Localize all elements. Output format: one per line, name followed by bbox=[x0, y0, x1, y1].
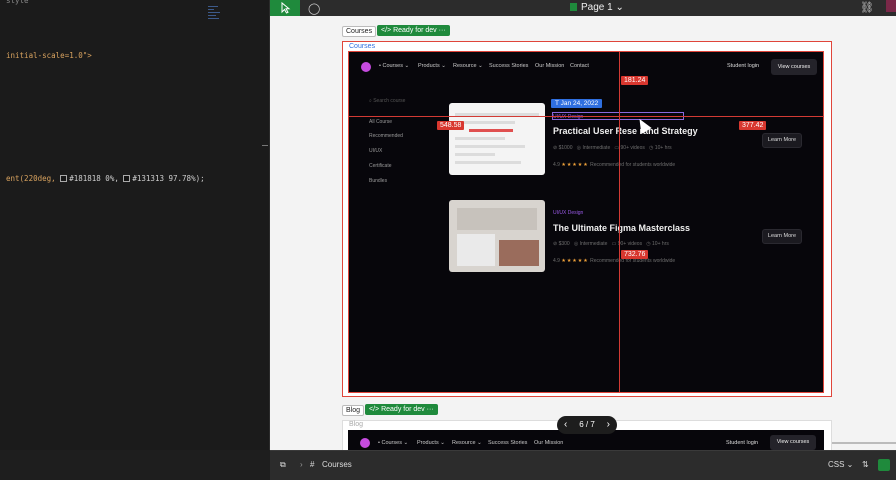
nav-item-success-stories[interactable]: Success Stories bbox=[488, 440, 527, 446]
selected-layer-label[interactable]: T Jan 24, 2022 bbox=[551, 99, 603, 108]
learn-more-button[interactable]: Learn More bbox=[762, 229, 802, 244]
gradient-fn: ent(220deg, bbox=[6, 174, 61, 183]
chevron-right-icon: › bbox=[300, 460, 303, 469]
course-thumbnail[interactable] bbox=[449, 200, 545, 272]
star-rating-icon: ★★★★★ bbox=[561, 258, 589, 264]
level-icon: ◎ bbox=[576, 145, 582, 151]
course-search-input[interactable]: ⌕ Search course bbox=[369, 98, 405, 104]
ready-label: Ready for dev bbox=[381, 406, 425, 413]
more-icon: ··· bbox=[426, 406, 434, 413]
nav-item-success-stories[interactable]: Success Stories bbox=[489, 63, 528, 69]
sidebar-item-uiux[interactable]: UI/UX bbox=[369, 148, 382, 154]
site-logo[interactable] bbox=[360, 438, 370, 448]
language-select[interactable]: CSS ⌄ bbox=[828, 460, 853, 469]
sidebar-item-all-course[interactable]: All Course bbox=[369, 119, 392, 125]
nav-item-resource[interactable]: Resource ⌄ bbox=[453, 63, 483, 69]
learn-more-button[interactable]: Learn More bbox=[762, 133, 802, 148]
course-title: The Ultimate Figma Masterclass bbox=[553, 223, 691, 233]
panel-toggle-button[interactable] bbox=[878, 459, 890, 471]
page-label: Page 1 bbox=[581, 2, 613, 13]
frame-pager: ‹ 6 / 7 › bbox=[557, 416, 617, 434]
comment-icon[interactable]: ◯ bbox=[308, 2, 320, 15]
bottom-bar: ⧉ › # Courses CSS ⌄ ⇅ bbox=[270, 450, 896, 480]
code-editor[interactable]: style initial-scale=1.0"> ent(220deg, #1… bbox=[0, 0, 270, 450]
top-toolbar: ◯ Page 1 ⌄ ⛓ bbox=[270, 0, 896, 16]
measure-right: 377.42 bbox=[739, 121, 767, 130]
nav-item-products[interactable]: Products ⌄ bbox=[417, 440, 445, 446]
more-icon: ··· bbox=[438, 27, 446, 34]
ready-for-dev-badge-courses[interactable]: </> Ready for dev ··· bbox=[377, 25, 450, 36]
code-line-viewport: initial-scale=1.0"> bbox=[6, 51, 92, 60]
price-icon: ⊘ bbox=[553, 241, 558, 247]
site-logo[interactable] bbox=[361, 62, 371, 72]
course-meta: ⊘ $300 ◎ Intermediate ▭ 90+ videos ◷ 10+… bbox=[553, 241, 669, 247]
page-selector[interactable]: Page 1 ⌄ bbox=[570, 2, 624, 13]
frame-hash-icon: # bbox=[310, 460, 315, 469]
ready-label: Ready for dev bbox=[393, 27, 437, 34]
site-nav: • Courses ⌄ Products ⌄ Resource ⌄ Succes… bbox=[349, 52, 823, 82]
next-frame-button[interactable]: › bbox=[607, 416, 610, 434]
link-icon[interactable]: ⛓ bbox=[860, 1, 874, 14]
code-icon: </> bbox=[369, 406, 380, 413]
ready-for-dev-badge-blog[interactable]: </> Ready for dev ··· bbox=[365, 404, 438, 415]
course-category: UI/UX Design bbox=[553, 210, 584, 216]
pane-resize-handle[interactable] bbox=[262, 145, 268, 146]
measure-bottom: 732.76 bbox=[621, 250, 649, 259]
cursor-select-icon bbox=[281, 1, 291, 14]
sidebar-item-recommended[interactable]: Recommended bbox=[369, 133, 403, 139]
color-swatch-2[interactable] bbox=[123, 175, 131, 182]
student-login-link[interactable]: Student login bbox=[726, 440, 758, 446]
view-courses-button[interactable]: View courses bbox=[771, 59, 817, 75]
page-icon bbox=[570, 3, 577, 11]
inspect-tool-button[interactable] bbox=[270, 0, 300, 16]
measure-guide-vertical bbox=[619, 52, 620, 392]
avatar[interactable] bbox=[886, 0, 896, 12]
search-icon: ⌕ bbox=[369, 98, 372, 104]
sidebar-item-bundles[interactable]: Bundles bbox=[369, 178, 387, 184]
frame-name-courses: Courses bbox=[349, 43, 376, 50]
layers-icon[interactable]: ⧉ bbox=[280, 460, 286, 470]
gradient-color-1: #181818 0%, bbox=[69, 174, 119, 183]
video-icon: ▭ bbox=[611, 241, 617, 247]
level-icon: ◎ bbox=[573, 241, 579, 247]
star-rating-icon: ★★★★★ bbox=[561, 162, 589, 168]
view-courses-button[interactable]: View courses bbox=[770, 435, 816, 450]
course-rating: 4.9 ★★★★★ Recommended for students world… bbox=[553, 162, 676, 168]
previous-frame-button[interactable]: ‹ bbox=[564, 416, 567, 434]
course-title: Practical User Rese rand Strategy bbox=[553, 126, 698, 136]
nav-item-our-mission[interactable]: Our Mission bbox=[534, 440, 563, 446]
course-thumbnail[interactable] bbox=[449, 103, 545, 175]
frame-tag-blog[interactable]: Blog bbox=[342, 405, 365, 416]
nav-item-products[interactable]: Products ⌄ bbox=[418, 63, 446, 69]
code-icon: </> bbox=[381, 27, 392, 34]
code-line-gradient: ent(220deg, #181818 0%, #131313 97.78%); bbox=[6, 174, 205, 183]
nav-item-resource[interactable]: Resource ⌄ bbox=[452, 440, 482, 446]
student-login-link[interactable]: Student login bbox=[727, 63, 759, 69]
code-line-top: style bbox=[6, 0, 29, 5]
chevron-down-icon: ⌄ bbox=[615, 2, 624, 13]
sidebar-item-certificate[interactable]: Certificate bbox=[369, 163, 392, 169]
settings-sliders-icon[interactable]: ⇅ bbox=[862, 460, 869, 469]
nav-item-courses[interactable]: • Courses ⌄ bbox=[378, 440, 408, 446]
measure-top: 181.24 bbox=[621, 76, 649, 85]
course-rating: 4.9 ★★★★★ Recommended for students world… bbox=[553, 258, 676, 264]
measure-guide-horizontal bbox=[349, 116, 824, 117]
clock-icon: ◷ bbox=[646, 241, 651, 247]
gradient-color-2: #131313 97.78%); bbox=[132, 174, 205, 183]
measure-left: 548.58 bbox=[437, 121, 465, 130]
code-minimap[interactable] bbox=[208, 4, 222, 32]
nav-item-our-mission[interactable]: Our Mission bbox=[535, 63, 564, 69]
frame-tag-courses[interactable]: Courses bbox=[342, 26, 377, 37]
nav-item-contact[interactable]: Contact bbox=[570, 63, 589, 69]
clock-icon: ◷ bbox=[649, 145, 654, 151]
frame-name-blog: Blog bbox=[349, 421, 364, 428]
breadcrumb-courses[interactable]: Courses bbox=[322, 460, 352, 469]
price-icon: ⊘ bbox=[553, 145, 558, 151]
horizontal-scrollbar[interactable] bbox=[832, 442, 896, 444]
color-swatch-1[interactable] bbox=[60, 175, 68, 182]
nav-item-courses[interactable]: • Courses ⌄ bbox=[379, 63, 409, 69]
course-meta: ⊘ $1000 ◎ Intermediate ▭ 90+ videos ◷ 10… bbox=[553, 145, 672, 151]
text-layer-icon: T bbox=[555, 100, 559, 107]
pager-label: 6 / 7 bbox=[579, 420, 595, 429]
